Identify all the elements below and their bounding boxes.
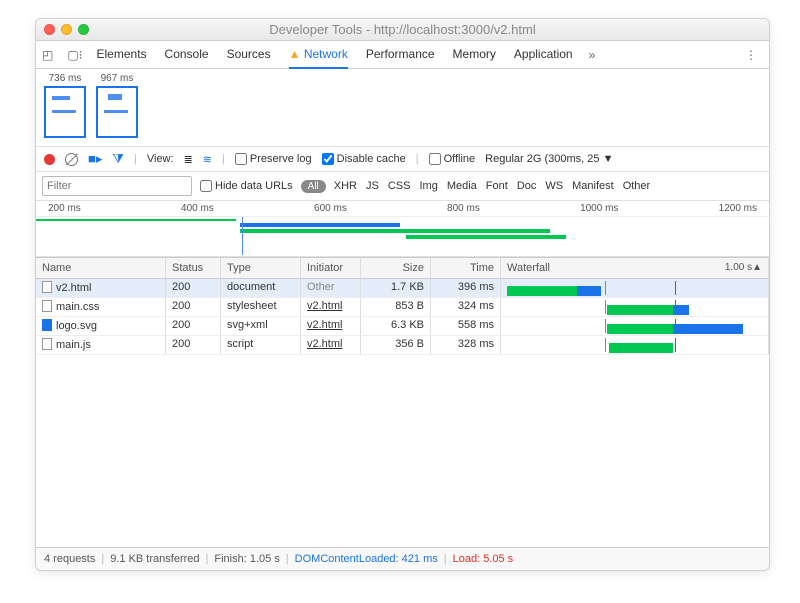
tab-performance[interactable]: Performance — [366, 41, 435, 69]
col-status[interactable]: Status — [166, 258, 221, 278]
filter-media[interactable]: Media — [447, 180, 477, 192]
devtools-window: Developer Tools - http://localhost:3000/… — [35, 18, 770, 571]
camera-icon[interactable]: ■▸ — [88, 151, 102, 167]
status-finish: Finish: 1.05 s — [214, 553, 279, 565]
table-row[interactable]: main.js 200 script v2.html 356 B 328 ms — [36, 336, 769, 355]
tab-sources[interactable]: Sources — [227, 41, 271, 69]
panel-tabs: ◰ ▢⁝ Elements Console Sources ▲ Network … — [36, 41, 769, 69]
table-row[interactable]: logo.svg 200 svg+xml v2.html 6.3 KB 558 … — [36, 317, 769, 336]
tab-application[interactable]: Application — [514, 41, 573, 69]
table-row[interactable]: main.css 200 stylesheet v2.html 853 B 32… — [36, 298, 769, 317]
filter-css[interactable]: CSS — [388, 180, 411, 192]
disable-cache-checkbox[interactable]: Disable cache — [322, 153, 406, 165]
filter-icon[interactable]: ⧩ — [112, 151, 124, 167]
minimize-icon[interactable] — [61, 24, 72, 35]
filter-ws[interactable]: WS — [545, 180, 563, 192]
col-waterfall[interactable]: Waterfall1.00 s▲ — [501, 258, 769, 278]
col-type[interactable]: Type — [221, 258, 301, 278]
tab-elements[interactable]: Elements — [97, 41, 147, 69]
throttle-select[interactable]: Regular 2G (300ms, 25 ▼ — [485, 153, 613, 165]
frame-time: 736 ms — [49, 73, 82, 84]
view-label: View: — [147, 153, 174, 165]
timeline-overview[interactable]: 200 ms 400 ms 600 ms 800 ms 1000 ms 1200… — [36, 201, 769, 257]
status-transferred: 9.1 KB transferred — [110, 553, 199, 565]
kebab-icon[interactable]: ⋮ — [739, 48, 763, 62]
hide-data-urls-checkbox[interactable]: Hide data URLs — [200, 180, 293, 192]
window-title: Developer Tools - http://localhost:3000/… — [269, 22, 535, 37]
filmstrip-frame-1[interactable]: 967 ms — [96, 73, 138, 138]
table-row[interactable]: v2.html 200 document Other 1.7 KB 396 ms — [36, 279, 769, 298]
titlebar: Developer Tools - http://localhost:3000/… — [36, 19, 769, 41]
filmstrip-frame-0[interactable]: 736 ms — [44, 73, 86, 138]
window-controls — [44, 24, 89, 35]
col-size[interactable]: Size — [361, 258, 431, 278]
table-header: Name Status Type Initiator Size Time Wat… — [36, 257, 769, 279]
preserve-log-checkbox[interactable]: Preserve log — [235, 153, 312, 165]
status-load: Load: 5.05 s — [453, 553, 514, 565]
filter-input[interactable] — [42, 176, 192, 196]
filter-other[interactable]: Other — [623, 180, 651, 192]
filter-manifest[interactable]: Manifest — [572, 180, 614, 192]
col-time[interactable]: Time — [431, 258, 501, 278]
close-icon[interactable] — [44, 24, 55, 35]
filmstrip: 736 ms 967 ms — [36, 69, 769, 147]
offline-checkbox[interactable]: Offline — [429, 153, 476, 165]
status-requests: 4 requests — [44, 553, 95, 565]
view-waterfall-icon[interactable]: ≋ — [203, 153, 212, 166]
filter-font[interactable]: Font — [486, 180, 508, 192]
inspect-icon[interactable]: ◰ — [42, 48, 53, 62]
more-tabs-icon[interactable]: » — [589, 48, 596, 62]
device-icon[interactable]: ▢⁝ — [67, 48, 82, 62]
tab-memory[interactable]: Memory — [453, 41, 496, 69]
filter-img[interactable]: Img — [419, 180, 437, 192]
zoom-icon[interactable] — [78, 24, 89, 35]
filter-doc[interactable]: Doc — [517, 180, 537, 192]
col-initiator[interactable]: Initiator — [301, 258, 361, 278]
tabs: Elements Console Sources ▲ Network Perfo… — [97, 41, 573, 69]
status-bar: 4 requests| 9.1 KB transferred| Finish: … — [36, 547, 769, 570]
view-large-icon[interactable]: ≣ — [184, 153, 193, 166]
tab-console[interactable]: Console — [165, 41, 209, 69]
network-controls: ■▸ ⧩ | View: ≣ ≋ | Preserve log Disable … — [36, 147, 769, 172]
clear-icon[interactable] — [65, 153, 78, 166]
filter-bar: Hide data URLs All XHR JS CSS Img Media … — [36, 172, 769, 201]
record-icon[interactable] — [44, 154, 55, 165]
filter-xhr[interactable]: XHR — [334, 180, 357, 192]
frame-time: 967 ms — [101, 73, 134, 84]
status-dcl: DOMContentLoaded: 421 ms — [295, 553, 438, 565]
filter-all[interactable]: All — [301, 180, 326, 193]
filter-js[interactable]: JS — [366, 180, 379, 192]
col-name[interactable]: Name — [36, 258, 166, 278]
tab-network[interactable]: ▲ Network — [289, 41, 348, 69]
